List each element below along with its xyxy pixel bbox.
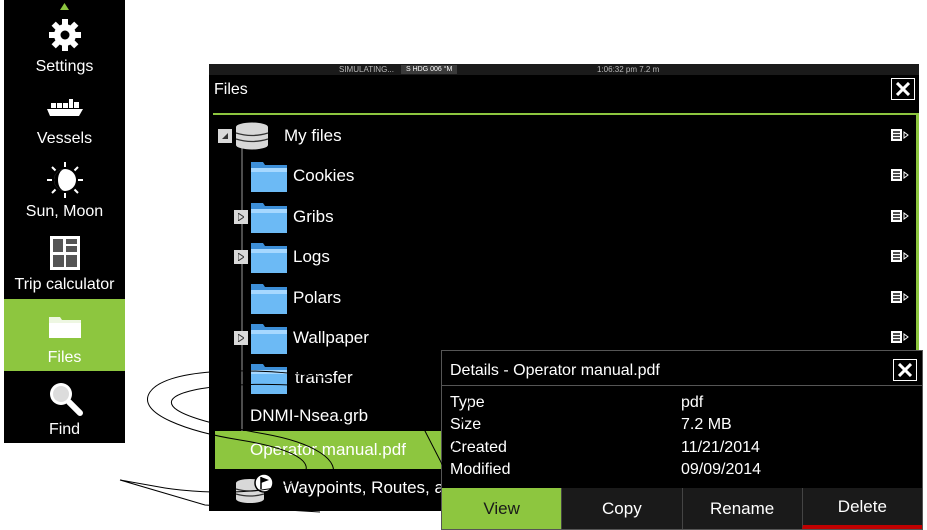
window-title: Files	[214, 81, 248, 98]
detail-value: 7.2 MB	[681, 416, 732, 433]
folder-icon	[251, 162, 287, 192]
detail-row-size: Size 7.2 MB	[450, 416, 910, 438]
copy-button[interactable]: Copy	[561, 488, 682, 529]
context-menu-icon[interactable]	[891, 168, 909, 182]
detail-row-modified: Modified 09/09/2014	[450, 461, 910, 483]
close-icon	[896, 82, 910, 96]
sidebar-item-files[interactable]: Files	[4, 299, 125, 371]
calculator-icon	[45, 233, 85, 273]
database-icon	[235, 122, 269, 150]
detail-key: Modified	[450, 461, 511, 478]
detail-key: Created	[450, 439, 507, 456]
sidebar: Settings Vessels Sun, Moon Trip calculat…	[4, 0, 125, 443]
collapse-arrow-icon[interactable]	[218, 129, 232, 143]
tree-item-label: Wallpaper	[293, 328, 369, 347]
details-dialog: Details - Operator manual.pdf Type pdf S…	[441, 350, 923, 530]
detail-row-created: Created 11/21/2014	[450, 439, 910, 461]
sidebar-item-label: Trip calculator	[14, 276, 115, 293]
context-menu-icon[interactable]	[891, 290, 909, 304]
dialog-button-bar: View Copy Rename Delete	[442, 488, 922, 529]
detail-value: 09/09/2014	[681, 461, 762, 478]
context-menu-icon[interactable]	[891, 128, 909, 142]
vessels-icon	[45, 87, 85, 127]
waypoint-database-icon	[235, 473, 274, 503]
divider	[442, 385, 922, 386]
detail-value: 11/21/2014	[681, 439, 760, 456]
folder-icon	[251, 203, 287, 233]
tree-item-label: My files	[284, 126, 342, 145]
tree-row-operator-manual[interactable]: Operator manual.pdf	[215, 431, 445, 469]
magnifier-icon	[45, 378, 85, 418]
sidebar-item-label: Settings	[35, 58, 94, 75]
sidebar-item-find[interactable]: Find	[4, 371, 125, 443]
status-time: 1:06:32 pm 7.2 m	[597, 65, 660, 74]
close-button[interactable]	[891, 78, 915, 100]
status-bar: SIMULATING... S HDG 006 °M 1:06:32 pm 7.…	[209, 64, 919, 75]
tree-item-label: Logs	[293, 247, 330, 266]
detail-key: Type	[450, 394, 485, 411]
folder-icon	[251, 364, 287, 394]
sidebar-item-sun-moon[interactable]: Sun, Moon	[4, 153, 125, 225]
tree-row-logs[interactable]: Logs	[217, 238, 917, 276]
sidebar-item-label: Vessels	[36, 130, 93, 147]
folder-icon	[251, 324, 287, 354]
tree-row-polars[interactable]: Polars	[217, 279, 917, 317]
context-menu-icon[interactable]	[891, 249, 909, 263]
tree-row-gribs[interactable]: Gribs	[217, 198, 917, 236]
folder-icon	[251, 243, 287, 273]
rename-button[interactable]: Rename	[681, 488, 802, 529]
close-icon	[898, 363, 912, 377]
tree-item-label: Cookies	[293, 166, 355, 185]
sun-moon-icon	[45, 160, 85, 200]
delete-button[interactable]: Delete	[801, 488, 922, 529]
expand-arrow-icon[interactable]	[234, 210, 248, 224]
status-simulating: SIMULATING...	[339, 65, 394, 74]
detail-value: pdf	[681, 394, 704, 411]
dialog-close-button[interactable]	[893, 359, 917, 381]
tree-item-label: Operator manual.pdf	[250, 440, 406, 459]
tree-row-my-files[interactable]: My files	[217, 117, 917, 155]
folder-icon	[45, 306, 85, 346]
tree-item-label: Gribs	[293, 207, 334, 226]
folder-icon	[251, 284, 287, 314]
tree-item-label: transfer	[295, 368, 353, 387]
tree-item-label: Polars	[293, 288, 342, 307]
sidebar-item-settings[interactable]: Settings	[4, 8, 125, 80]
sidebar-item-label: Sun, Moon	[25, 203, 104, 220]
tree-row-cookies[interactable]: Cookies	[217, 157, 917, 195]
sidebar-item-label: Files	[47, 349, 82, 366]
expand-arrow-icon[interactable]	[234, 250, 248, 264]
sidebar-item-label: Find	[48, 421, 81, 438]
expand-arrow-icon[interactable]	[234, 331, 248, 345]
context-menu-icon[interactable]	[891, 330, 909, 344]
dialog-title: Details - Operator manual.pdf	[450, 362, 660, 379]
view-button[interactable]: View	[442, 488, 562, 529]
context-menu-icon[interactable]	[891, 209, 909, 223]
detail-key: Size	[450, 416, 482, 433]
gear-icon	[45, 15, 85, 55]
tree-item-label: DNMI-Nsea.grb	[250, 406, 369, 425]
sidebar-item-trip-calculator[interactable]: Trip calculator	[4, 226, 125, 298]
sidebar-item-vessels[interactable]: Vessels	[4, 80, 125, 152]
status-heading: S HDG 006 °M	[401, 65, 458, 74]
detail-row-type: Type pdf	[450, 394, 910, 416]
